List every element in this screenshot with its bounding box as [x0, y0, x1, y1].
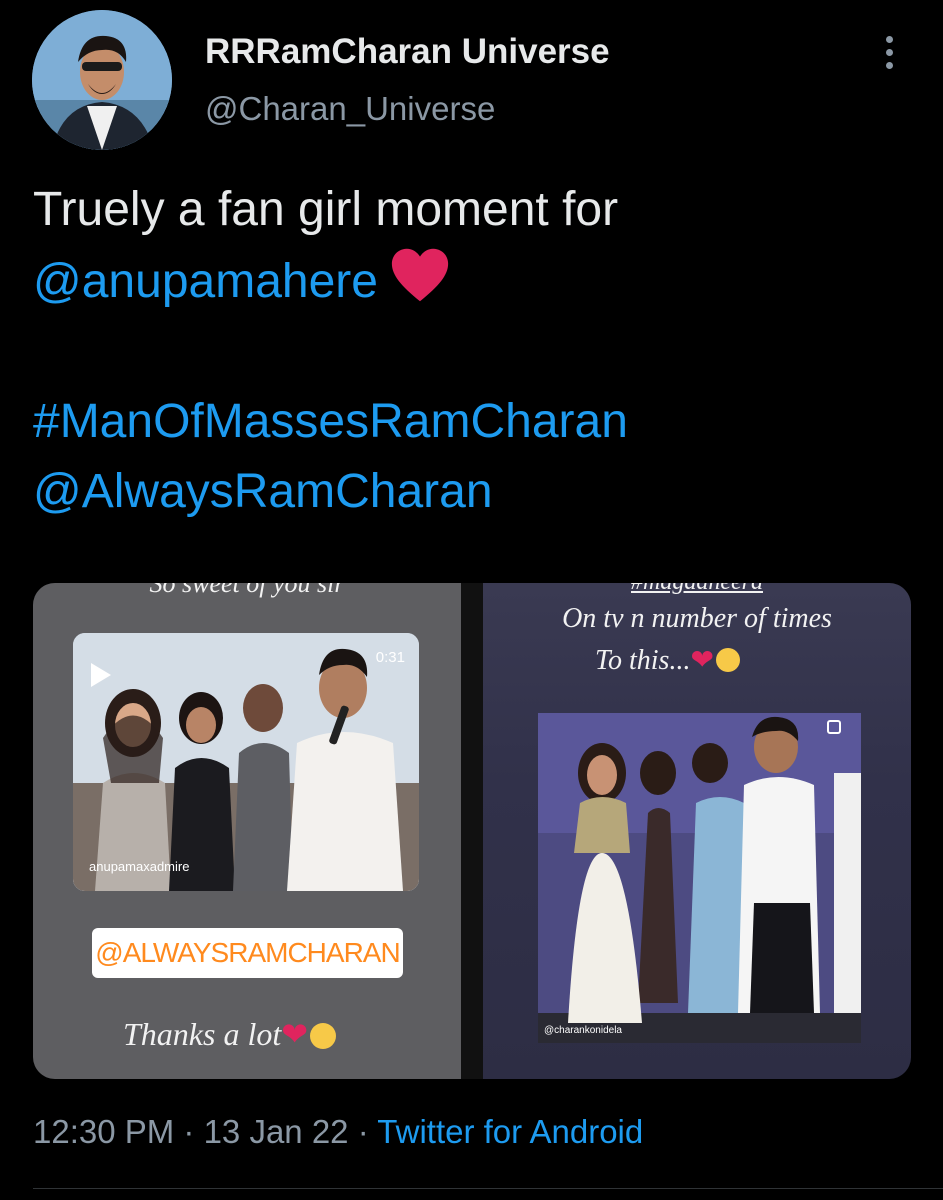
story-caption-bottom-left: Thanks a lot❤	[123, 1015, 337, 1053]
meta-separator: ·	[348, 1113, 378, 1150]
video-watermark: anupamaxadmire	[89, 859, 190, 874]
story-caption-top-right: #magadheera	[483, 583, 911, 596]
mention-link-2[interactable]: @AlwaysRamCharan	[33, 457, 913, 527]
photo-watermark: @charankonidela	[544, 1025, 622, 1036]
avatar[interactable]	[32, 10, 172, 150]
heart-emoji-icon: ❤	[281, 1016, 309, 1052]
tweet-line-1: Truely a fan girl moment for	[33, 183, 619, 236]
heart-emoji-icon: ❤	[690, 645, 714, 676]
pleading-face-emoji-icon	[715, 648, 740, 672]
avatar-image	[32, 10, 172, 150]
video-still	[73, 633, 419, 891]
mention-sticker: @ALWAYSRAMCHARAN	[92, 928, 403, 978]
story-caption-thanks: Thanks a lot	[123, 1016, 282, 1052]
media-image-right[interactable]: #magadheera On tv n number of times To t…	[483, 583, 911, 1079]
tweet-meta: 12:30 PM · 13 Jan 22 · Twitter for Andro…	[33, 1113, 643, 1151]
tweet-media[interactable]: So sweet of you sir 0:31 anupamaxadmire …	[33, 583, 911, 1079]
story-caption-to-this: To this...	[595, 645, 691, 676]
tweet-time[interactable]: 12:30 PM	[33, 1113, 174, 1150]
pleading-face-emoji-icon	[310, 1023, 337, 1049]
video-duration: 0:31	[375, 649, 405, 666]
tweet-line-2: @anupamahere	[33, 245, 913, 317]
display-name[interactable]: RRRamCharan Universe	[205, 32, 610, 72]
story-caption-line-2: To this...❤	[595, 643, 740, 677]
tweet-source-link[interactable]: Twitter for Android	[377, 1113, 643, 1150]
video-thumbnail[interactable]: 0:31 anupamaxadmire	[73, 633, 419, 891]
story-caption-top-left: So sweet of you sir	[149, 583, 345, 598]
more-vertical-icon[interactable]	[874, 36, 904, 70]
divider	[33, 1188, 943, 1189]
tweet-date[interactable]: 13 Jan 22	[204, 1113, 349, 1150]
event-photo: @charankonidela	[538, 713, 861, 1043]
user-handle[interactable]: @Charan_Universe	[205, 90, 495, 128]
event-photo-image	[538, 713, 861, 1043]
hashtag-link[interactable]: #ManOfMassesRamCharan	[33, 387, 913, 457]
tweet-text: Truely a fan girl moment for @anupamaher…	[33, 175, 913, 527]
story-caption-line-1: On tv n number of times	[562, 603, 832, 634]
meta-separator: ·	[174, 1113, 204, 1150]
mention-link[interactable]: @anupamahere	[33, 255, 378, 308]
media-image-left[interactable]: So sweet of you sir 0:31 anupamaxadmire …	[33, 583, 461, 1079]
heart-emoji-icon	[391, 248, 449, 302]
